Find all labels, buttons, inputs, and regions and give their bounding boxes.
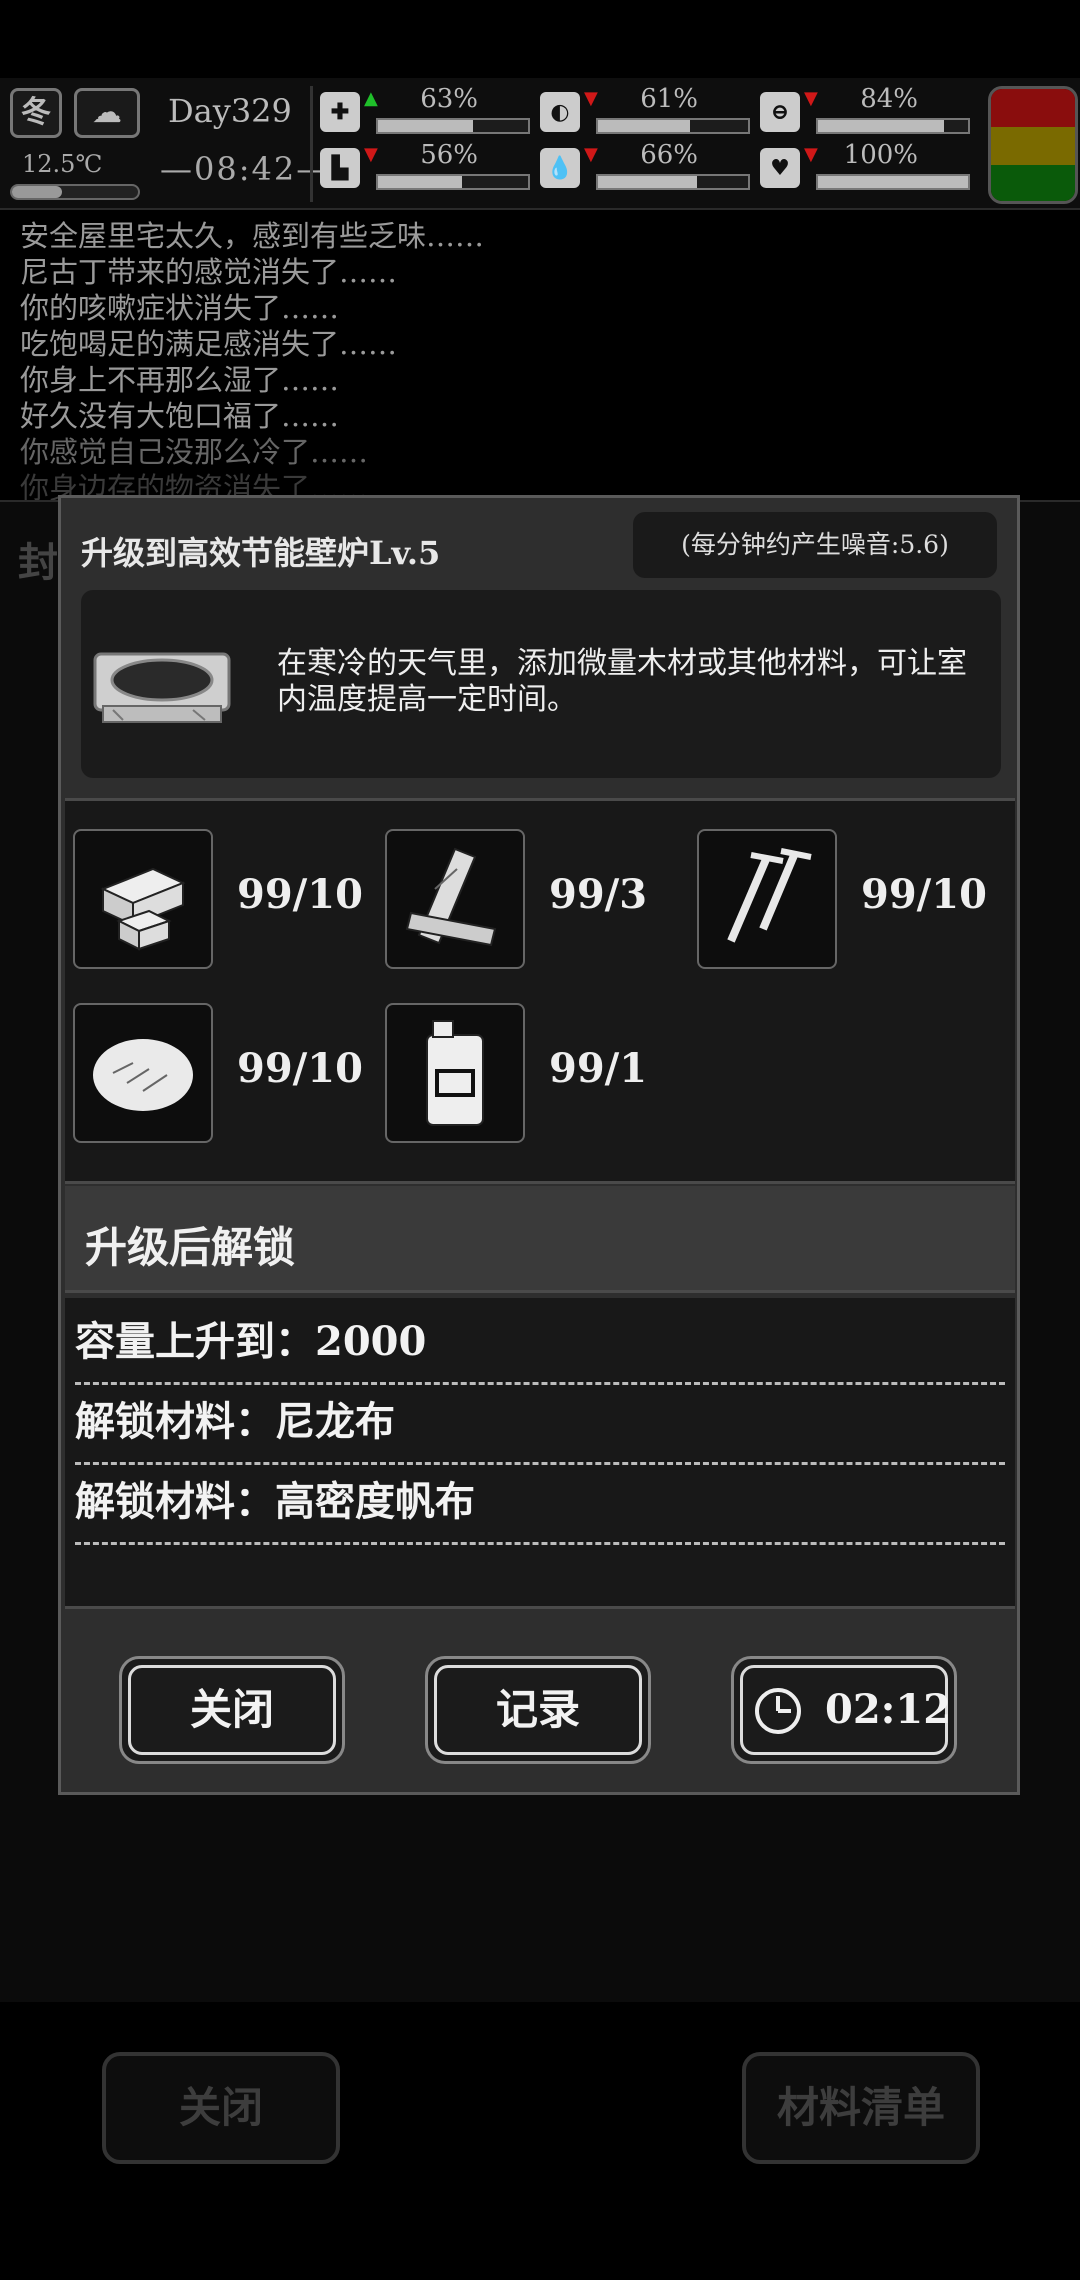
material-count: 99/1 — [549, 1045, 648, 1092]
dialog-title: 升级到高效节能壁炉Lv.5 — [81, 534, 441, 572]
stomach-icon: ◐ — [540, 92, 580, 132]
log-line: 你感觉自己没那么冷了…… — [20, 435, 369, 469]
arrow-down-icon: ▼ — [584, 144, 598, 165]
stat-bar-fill — [598, 176, 697, 188]
unlock-header: 升级后解锁 — [65, 1186, 1015, 1293]
message-log: 安全屋里宅太久，感到有些乏味…… 尼古丁带来的感觉消失了…… 你的咳嗽症状消失了… — [20, 218, 1060, 506]
fireplace-icon — [93, 640, 231, 730]
upgrade-dialog: 升级到高效节能壁炉Lv.5 (每分钟约产生噪音:5.6) 在寒冷的天气里，添加微… — [58, 495, 1020, 1795]
fiber-icon — [73, 1003, 213, 1143]
close-button[interactable]: 关闭 — [119, 1656, 345, 1764]
record-button[interactable]: 记录 — [425, 1656, 651, 1764]
stat-mood: ♥ ▼ 100% — [760, 140, 970, 196]
stat-hunger: ◐ ▼ 61% — [540, 84, 750, 140]
stat-medicine: ⊖ ▼ 84% — [760, 84, 970, 140]
season-badge: 冬 — [10, 88, 62, 138]
stat-bar-fill — [818, 120, 944, 132]
log-line: 尼古丁带来的感觉消失了…… — [20, 255, 398, 289]
arrow-down-icon: ▼ — [804, 144, 818, 165]
planks-icon — [385, 829, 525, 969]
medkit-icon: ✚ — [320, 92, 360, 132]
status-bar: 冬 ☁ 12.5℃ Day329 —08:42— ✚ ▲ 63% ◐ ▼ 61%… — [0, 78, 1080, 210]
jerrycan-icon — [385, 1003, 525, 1143]
description-box: 在寒冷的天气里，添加微量木材或其他材料，可让室内温度提高一定时间。 — [81, 590, 1001, 778]
log-line: 你身上不再那么湿了…… — [20, 363, 340, 397]
material-slot[interactable]: 99/10 — [697, 829, 997, 969]
noise-indicator: (每分钟约产生噪音:5.6) — [633, 512, 997, 578]
wood-blocks-icon — [73, 829, 213, 969]
unlock-item: 解锁材料：尼龙布 — [75, 1386, 1005, 1465]
stat-bar-fill — [818, 176, 968, 188]
stat-bar-fill — [378, 120, 473, 132]
record-button-label: 记录 — [434, 1665, 642, 1755]
material-count: 99/3 — [549, 871, 648, 918]
heart-icon: ♥ — [760, 148, 800, 188]
pill-icon: ⊖ — [760, 92, 800, 132]
background-close-button[interactable]: 关闭 — [102, 2052, 340, 2164]
material-count: 99/10 — [237, 1045, 363, 1092]
boot-icon: ▙ — [320, 148, 360, 188]
log-line: 好久没有大饱口福了…… — [20, 399, 340, 433]
stat-bar-fill — [598, 120, 690, 132]
unlock-header-label: 升级后解锁 — [85, 1223, 296, 1272]
arrow-down-icon: ▼ — [364, 144, 378, 165]
arrow-up-icon: ▲ — [364, 88, 378, 109]
material-count: 99/10 — [237, 871, 363, 918]
weather-icon: ☁ — [74, 88, 140, 138]
material-count: 99/10 — [861, 871, 987, 918]
unlock-list: 容量上升到：2000 解锁材料：尼龙布 解锁材料：高密度帆布 — [65, 1298, 1015, 1609]
upgrade-timer-button[interactable]: 02:12 — [731, 1656, 957, 1764]
screws-icon — [697, 829, 837, 969]
log-line: 吃饱喝足的满足感消失了…… — [20, 327, 398, 361]
material-slot[interactable]: 99/1 — [385, 1003, 685, 1143]
materials-grid: 99/10 99/3 99/10 99/10 99/1 — [65, 798, 1015, 1184]
close-button-label: 关闭 — [128, 1665, 336, 1755]
stat-stamina: ▙ ▼ 56% — [320, 140, 530, 196]
background-title: 封 — [18, 539, 58, 586]
day-counter: Day329 — [168, 92, 292, 130]
log-line: 安全屋里宅太久，感到有些乏味…… — [20, 219, 485, 253]
arrow-down-icon: ▼ — [804, 88, 818, 109]
material-slot[interactable]: 99/3 — [385, 829, 685, 969]
clock-icon — [755, 1688, 801, 1734]
temperature-readout: 12.5℃ — [22, 150, 103, 178]
upgrade-description: 在寒冷的天气里，添加微量木材或其他材料，可让室内温度提高一定时间。 — [277, 646, 967, 717]
material-slot[interactable]: 99/10 — [73, 1003, 373, 1143]
stat-bar-fill — [378, 176, 462, 188]
game-clock: —08:42— — [160, 150, 331, 188]
log-line: 你的咳嗽症状消失了…… — [20, 291, 340, 325]
stat-thirst: 💧 ▼ 66% — [540, 140, 750, 196]
timer-label: 02:12 — [825, 1686, 952, 1733]
material-slot[interactable]: 99/10 — [73, 829, 373, 969]
alert-light-icon — [988, 86, 1078, 204]
water-drop-icon: 💧 — [540, 148, 580, 188]
temperature-bar — [10, 184, 140, 200]
arrow-down-icon: ▼ — [584, 88, 598, 109]
unlock-item: 容量上升到：2000 — [75, 1306, 1005, 1385]
stat-health: ✚ ▲ 63% — [320, 84, 530, 140]
unlock-item: 解锁材料：高密度帆布 — [75, 1466, 1005, 1545]
materials-list-button[interactable]: 材料清单 — [742, 2052, 980, 2164]
